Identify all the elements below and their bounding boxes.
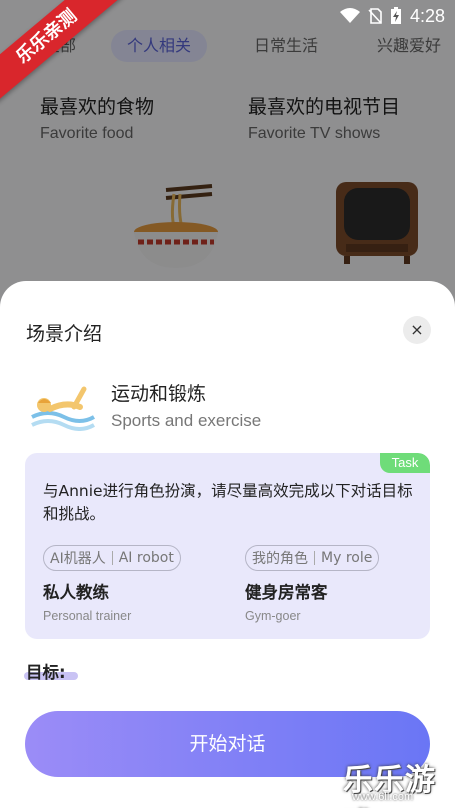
task-description: 与Annie进行角色扮演，请尽量高效完成以下对话目标和挑战。 — [43, 482, 413, 523]
scene-subtitle: Sports and exercise — [111, 411, 262, 430]
role-tag-en: My role — [321, 550, 373, 566]
role-name-en: Gym-goer — [245, 609, 301, 623]
role-name: 健身房常客 — [245, 583, 328, 602]
scene-header: 运动和锻炼 Sports and exercise — [26, 373, 426, 437]
swimmer-icon — [31, 386, 95, 431]
status-time: 4:28 — [409, 5, 445, 26]
role-tag: AI机器人 AI robot — [43, 545, 181, 571]
goal-label: 目标: — [26, 663, 66, 682]
no-sim-icon — [368, 8, 382, 24]
role-tag-zh: AI机器人 — [50, 551, 106, 567]
site-watermark-url: www.6ll.com — [352, 791, 414, 803]
ai-role: AI机器人 AI robot 私人教练 Personal trainer — [43, 545, 181, 623]
task-card: Task 与Annie进行角色扮演，请尽量高效完成以下对话目标和挑战。 AI机器… — [25, 453, 430, 639]
battery-charging-icon — [390, 7, 401, 24]
role-tag-zh: 我的角色 — [252, 551, 308, 567]
sheet-title: 场景介绍 — [26, 323, 103, 345]
wifi-icon — [339, 8, 360, 23]
role-name: 私人教练 — [43, 583, 109, 602]
task-badge: Task — [380, 453, 430, 473]
role-name-en: Personal trainer — [43, 609, 132, 623]
scene-title: 运动和锻炼 — [111, 383, 207, 405]
my-role: 我的角色 My role 健身房常客 Gym-goer — [245, 545, 380, 623]
close-button[interactable]: × — [403, 316, 431, 344]
divider — [314, 551, 315, 565]
scene-intro-sheet: 场景介绍 × 运动和锻炼 Sports and exercise Task 与A… — [0, 281, 455, 808]
role-tag: 我的角色 My role — [245, 545, 380, 571]
divider — [111, 551, 113, 565]
role-tag-en: AI robot — [118, 550, 174, 566]
